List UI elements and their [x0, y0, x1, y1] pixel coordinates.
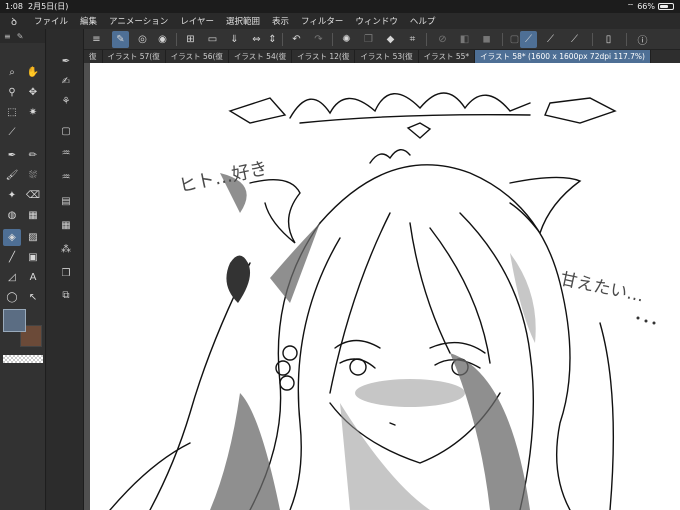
gradient-icon[interactable]: ▨: [24, 229, 42, 246]
text-icon[interactable]: A: [24, 269, 42, 286]
eyedropper-icon[interactable]: ⟋: [3, 124, 21, 141]
subtool-brush-icon[interactable]: ✍: [57, 73, 75, 89]
doc-tab[interactable]: イラスト 57(復: [103, 50, 166, 63]
subtool-pen-icon[interactable]: ✒: [57, 53, 75, 69]
doc-tab[interactable]: イラスト 55*: [419, 50, 476, 63]
menu-help[interactable]: ヘルプ: [404, 15, 442, 27]
menu-layer[interactable]: レイヤー: [174, 15, 220, 27]
fill-bucket-icon[interactable]: ◆: [382, 31, 399, 48]
subtool-drop-icon[interactable]: ♒: [57, 145, 75, 161]
subtool-film-icon[interactable]: ▤: [57, 193, 75, 209]
doc-tab[interactable]: イラスト 53(復: [355, 50, 419, 63]
save-icon[interactable]: ⇓: [226, 31, 243, 48]
subtool-water-icon[interactable]: ♒: [57, 169, 75, 185]
line-icon[interactable]: ╱: [3, 249, 21, 266]
frame-icon[interactable]: ▣: [24, 249, 42, 266]
status-time: 1:08: [5, 2, 23, 11]
transform-icon[interactable]: ⌗: [404, 31, 421, 48]
menu-file[interactable]: ファイル: [28, 15, 74, 27]
menu-edit[interactable]: 編集: [74, 15, 103, 27]
doc-tab-active[interactable]: イラスト 58* (1600 x 1600px 72dpi 117.7%): [475, 50, 651, 63]
undo-icon[interactable]: ↶: [288, 31, 305, 48]
battery-percent: 66%: [637, 2, 655, 11]
tool-panel-tabs: ≡ ✎: [0, 29, 45, 43]
ruler-icon[interactable]: ◿: [3, 269, 21, 286]
menu-filter[interactable]: フィルター: [295, 15, 349, 27]
open-folder-icon[interactable]: ▭: [204, 31, 221, 48]
snap-grid-icon[interactable]: ⟋: [566, 31, 583, 48]
sub-tool-panel: ✒ ✍ ⚘ ▢ ♒ ♒ ▤ ▦ ⁂ ❒ ⧉: [47, 29, 84, 510]
doc-tab[interactable]: イラスト 56(復: [166, 50, 229, 63]
status-right: ⌔ 66%: [627, 0, 674, 13]
decoration-icon[interactable]: ✦: [3, 187, 21, 204]
move-icon[interactable]: ✥: [24, 84, 42, 101]
menu-animation[interactable]: アニメーション: [103, 15, 174, 27]
battery-icon: [658, 3, 674, 10]
subtool-palette-icon[interactable]: ⁂: [57, 241, 75, 257]
invert-icon[interactable]: ◧: [456, 31, 473, 48]
copy-icon[interactable]: ❐: [360, 31, 377, 48]
tool-panel: ≡ ✎ ⌕ ✋ ⚲ ✥ ⬚ ✷ ⟋ ✒ ✏ 🖌 ⛆ ✦ ⌫ ◍ ▦ ◈ ▨ ╱ …: [0, 29, 46, 510]
snap-ruler-icon[interactable]: ⟋: [520, 31, 537, 48]
subtool-stack-icon[interactable]: ❒: [57, 265, 75, 281]
subtool-layers-icon[interactable]: ⧉: [57, 287, 75, 303]
menu-window[interactable]: ウィンドウ: [349, 15, 404, 27]
hand-icon[interactable]: ✋: [24, 64, 42, 81]
eraser-icon[interactable]: ⌫: [24, 187, 42, 204]
chevron-updown-icon[interactable]: ⇕: [264, 31, 281, 48]
export-icon[interactable]: ⇔: [248, 31, 265, 48]
menu-view[interactable]: 表示: [266, 15, 295, 27]
menu-icon[interactable]: ≡: [4, 32, 11, 41]
document-tabs: 復 イラスト 57(復 イラスト 56(復 イラスト 54(復 イラスト 12(…: [84, 50, 680, 63]
loading-icon[interactable]: ✺: [338, 31, 355, 48]
hamburger-icon[interactable]: ≡: [88, 31, 105, 48]
transparent-color-swatch[interactable]: [3, 355, 43, 363]
airbrush-icon[interactable]: ⛆: [24, 167, 42, 184]
balloon-icon[interactable]: ◯: [3, 289, 21, 306]
operation-icon[interactable]: ⚲: [3, 84, 21, 101]
pencil-icon[interactable]: ✏: [24, 147, 42, 164]
subtool-layer-icon[interactable]: ▢: [57, 123, 75, 139]
doc-tab-more[interactable]: 復: [84, 50, 103, 63]
doc-tab[interactable]: イラスト 54(復: [229, 50, 293, 63]
new-file-icon[interactable]: ⊞: [182, 31, 199, 48]
help-icon[interactable]: ⓘ: [634, 31, 651, 48]
app-logo-icon[interactable]: ꝺ: [0, 14, 28, 28]
grid-icon[interactable]: ▦: [24, 207, 42, 224]
drawing-canvas[interactable]: ヒト…好き 甘えたい…: [90, 63, 680, 510]
pen-tab-icon[interactable]: ✎: [17, 32, 24, 41]
zoom-icon[interactable]: ⌕: [3, 64, 21, 81]
edit-active-icon[interactable]: ✎: [112, 31, 129, 48]
wifi-icon: ⌔: [626, 2, 635, 11]
selection-icon[interactable]: ⬚: [3, 104, 21, 121]
fill-icon[interactable]: ◈: [3, 229, 21, 246]
redo-icon[interactable]: ↷: [310, 31, 327, 48]
main-color-swatch[interactable]: [3, 309, 26, 332]
brush-icon[interactable]: 🖌: [3, 167, 21, 184]
command-bar: ≡ ✎ ◎ ◉ ⊞ ▭ ⇓ ⇔ ⇕ ↶ ↷ ✺ ❐ ◆ ⌗ ⊘ ◧ ◼ ▢ ⟋ …: [84, 29, 680, 50]
snap-special-icon[interactable]: ⟋: [542, 31, 559, 48]
eye-icon[interactable]: ◉: [154, 31, 171, 48]
view-icon[interactable]: ◎: [134, 31, 151, 48]
menu-bar: ꝺ ファイル 編集 アニメーション レイヤー 選択範囲 表示 フィルター ウィン…: [0, 13, 680, 29]
doc-tab[interactable]: イラスト 12(復: [292, 50, 356, 63]
status-bar: 1:08 2月5日(日) ⌔ 66%: [0, 0, 680, 13]
clear-icon[interactable]: ⊘: [434, 31, 451, 48]
device-icon[interactable]: ▯: [600, 31, 617, 48]
pen-icon[interactable]: ✒: [3, 147, 21, 164]
status-date: 2月5日(日): [28, 2, 69, 11]
selection-show-icon[interactable]: ◼: [478, 31, 495, 48]
auto-select-icon[interactable]: ✷: [24, 104, 42, 121]
menu-selection[interactable]: 選択範囲: [220, 15, 266, 27]
correct-line-icon[interactable]: ↖: [24, 289, 42, 306]
subtool-airbrush-icon[interactable]: ⚘: [57, 93, 75, 109]
blend-icon[interactable]: ◍: [3, 207, 21, 224]
subtool-grid-icon[interactable]: ▦: [57, 217, 75, 233]
